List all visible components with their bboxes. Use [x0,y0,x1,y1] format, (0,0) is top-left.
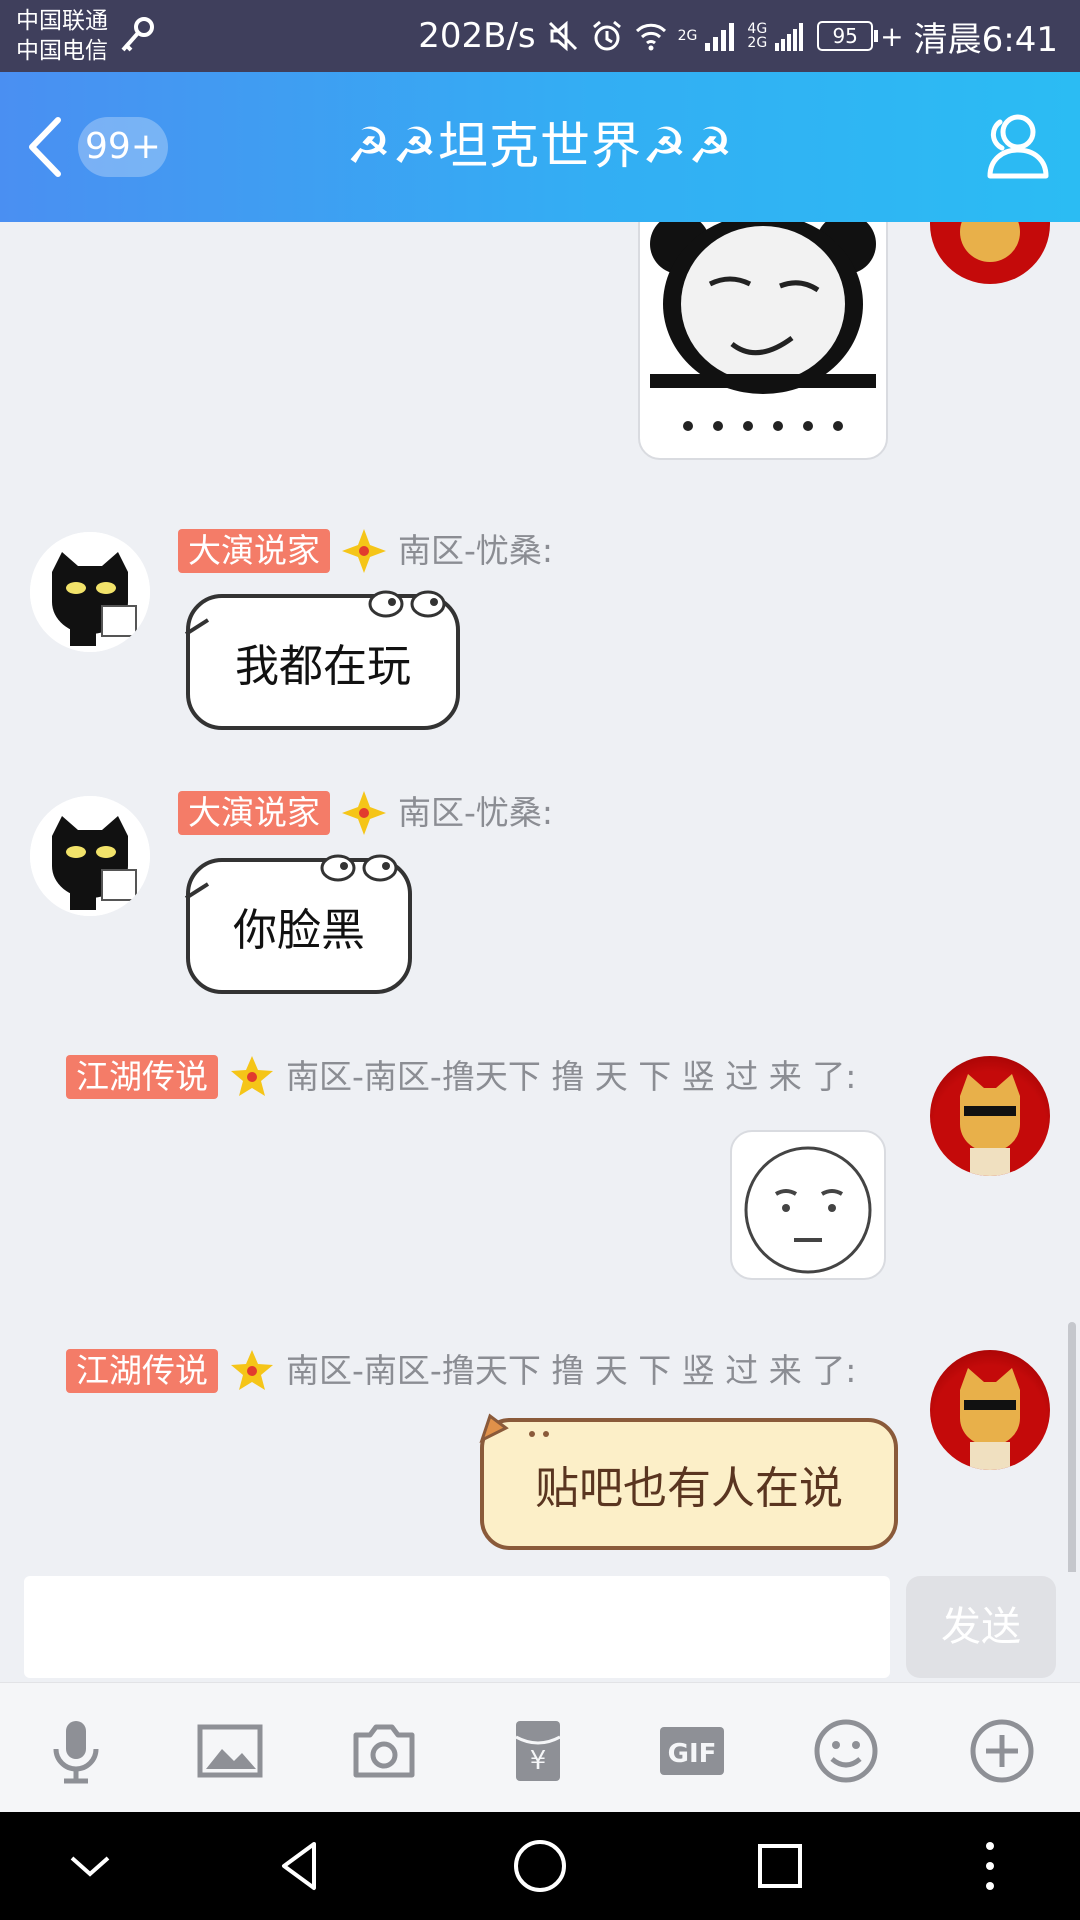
key-icon [121,17,154,52]
carrier-info: 中国联通 中国电信 [16,6,108,66]
black-cat-avatar-icon [30,532,150,652]
sender-name[interactable]: 南区-南区-撸天下 撸 天 下 竖 过 来 了: [286,1349,856,1393]
signal-icon-2 [775,23,804,51]
message-input-bar: 发送 [0,1572,1080,1682]
more-vertical-icon [986,1842,994,1890]
avatar[interactable] [930,1056,1050,1176]
red-packet-button[interactable]: ¥ [504,1717,572,1785]
rank-star-icon [231,1350,273,1390]
battery-level: 95 [817,21,874,51]
carrier-1: 中国联通 [16,8,108,34]
home-circle-icon [514,1840,566,1892]
battery-indicator: 95 + [817,19,904,53]
status-bar: 中国联通 中国电信 202B/s 2G 4G 2G 95 + 清晨6:41 [0,0,1080,72]
plus-icon [970,1719,1034,1783]
avatar[interactable] [930,222,1050,284]
cat-sunglasses-avatar-icon [960,1368,1020,1470]
red-packet-icon: ¥ [515,1721,561,1781]
group-title: ☭☭坦克世界☭☭ [346,117,734,175]
image-icon [197,1724,263,1778]
recents-square-icon [758,1844,802,1888]
avatar[interactable] [30,796,150,916]
sender-line: 大演说家 南区-忧桑: [178,528,553,574]
rank-badge: 江湖传说 [66,1349,218,1393]
doubtful-face-sticker [744,1146,872,1274]
sender-name[interactable]: 南区-忧桑: [398,791,553,835]
avatar[interactable] [930,1350,1050,1470]
carrier-2: 中国电信 [16,38,108,64]
message-text: 贴吧也有人在说 [535,1463,843,1514]
clock: 清晨6:41 [913,19,1058,60]
back-button[interactable] [22,114,72,180]
rank-badge: 江湖传说 [66,1055,218,1099]
emoji-icon [814,1719,878,1783]
emoji-button[interactable] [812,1717,880,1785]
message-input[interactable] [24,1576,890,1678]
mute-icon [548,20,577,52]
net-speed: 202B/s [418,16,536,56]
sender-line: 江湖传说 南区-南区-撸天下 撸 天 下 竖 过 来 了: [66,1348,856,1394]
chat-header: 99+ ☭☭坦克世界☭☭ [0,72,1080,222]
rank-badge: 大演说家 [178,529,330,573]
yen-symbol: ¥ [530,1746,547,1776]
rank-star-icon [342,529,386,573]
gif-label: GIF [668,1739,717,1769]
sticker-message[interactable] [730,1130,886,1280]
cat-sunglasses-avatar-icon [960,1074,1020,1176]
net-type-4g: 4G 2G [747,22,767,50]
black-cat-avatar-icon [30,796,150,916]
sender-name[interactable]: 南区-南区-撸天下 撸 天 下 竖 过 来 了: [286,1055,856,1099]
wifi-icon [635,23,666,51]
unread-count-badge[interactable]: 99+ [78,117,168,177]
net-type-2g: 2G [677,28,698,44]
mic-icon [53,1721,99,1784]
battery-tip [874,30,879,42]
charging-icon: + [880,19,904,53]
panda-meme-sticker [650,222,876,431]
rank-star-icon [231,1056,273,1096]
group-members-icon[interactable] [978,108,1054,184]
signal-icon [705,23,735,51]
camera-button[interactable] [350,1717,418,1785]
alarm-icon [592,20,621,51]
sticker-message[interactable] [638,222,888,460]
sender-line: 江湖传说 南区-南区-撸天下 撸 天 下 竖 过 来 了: [66,1054,856,1100]
nav-home-button[interactable] [510,1836,570,1896]
cat-avatar-icon [960,222,1020,262]
camera-icon [353,1724,415,1778]
sender-line: 大演说家 南区-忧桑: [178,790,553,836]
nav-back-button[interactable] [270,1836,330,1896]
input-toolbar: ¥ GIF [0,1682,1080,1813]
nav-menu-button[interactable] [960,1836,1020,1896]
chat-scrollbar[interactable] [1068,1322,1076,1572]
image-button[interactable] [196,1717,264,1785]
gif-button[interactable]: GIF [658,1717,726,1785]
cat-ears-decoration [479,1413,549,1443]
bubble-decoration [184,590,446,636]
net-type-2g-label: 2G [747,35,768,51]
net-type-4g-label: 4G [747,21,768,37]
chevron-down-icon [70,1856,110,1877]
avatar[interactable] [30,532,150,652]
sender-name[interactable]: 南区-忧桑: [398,529,553,573]
voice-button[interactable] [42,1717,110,1785]
system-navigation-bar [0,1812,1080,1920]
back-triangle-icon [282,1842,316,1890]
send-button[interactable]: 发送 [906,1576,1056,1678]
gif-icon: GIF [660,1727,724,1775]
bubble-decoration [184,854,398,900]
rank-badge: 大演说家 [178,791,330,835]
rank-star-icon [342,791,386,835]
more-button[interactable] [968,1717,1036,1785]
chat-message-list[interactable]: 大演说家 南区-忧桑: 我都在玩 大演说家 南区-忧桑: 你脸黑 江湖传说 南区… [0,222,1080,1572]
nav-hide-button[interactable] [60,1836,120,1896]
nav-recents-button[interactable] [750,1836,810,1896]
